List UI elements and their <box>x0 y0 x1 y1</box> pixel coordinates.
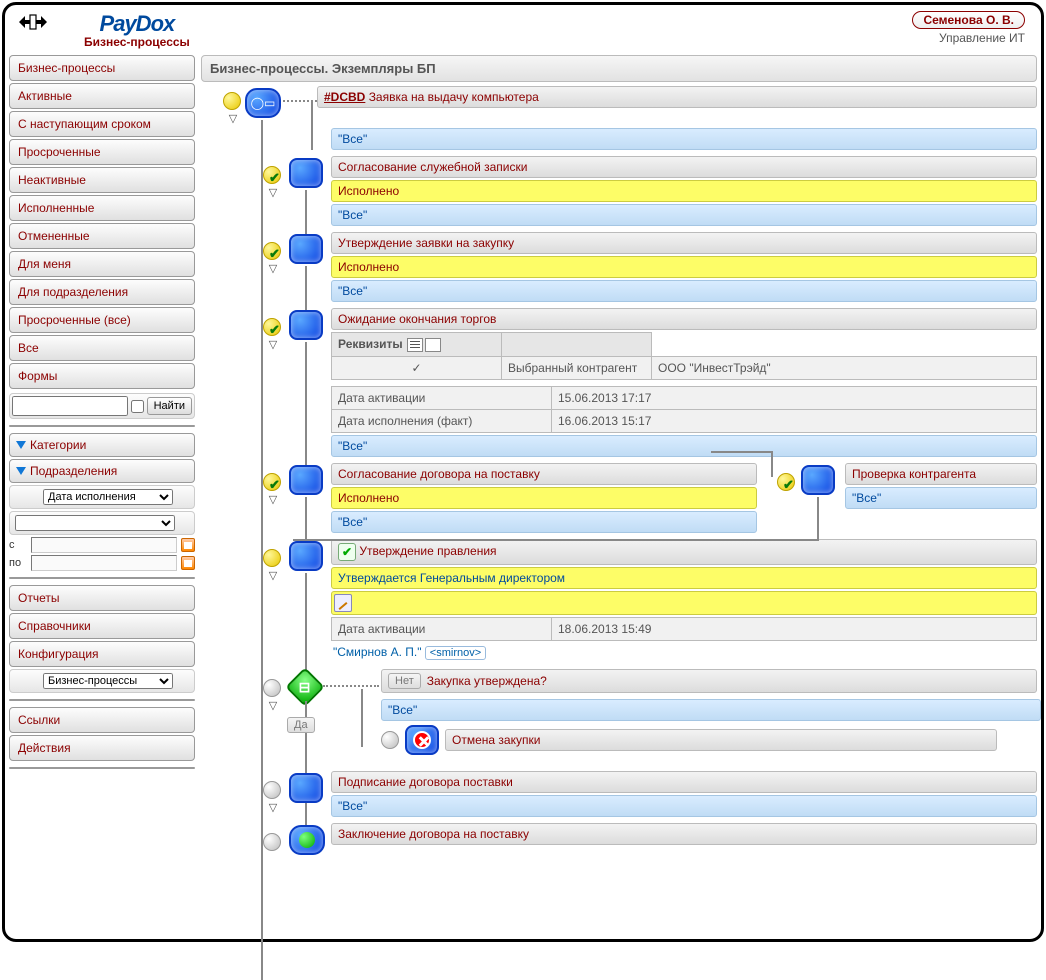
expand-arrow-icon[interactable]: ▽ <box>267 338 279 351</box>
task-node-icon[interactable] <box>289 310 323 340</box>
yes-tag: Да <box>287 717 315 733</box>
expand-arrow-icon[interactable]: ▽ <box>267 569 279 582</box>
status-bulb-grey <box>381 731 399 749</box>
requisites-table: Реквизиты ✓Выбранный контрагентООО "Инве… <box>331 332 1037 380</box>
expand-arrow-icon[interactable]: ▽ <box>267 262 279 275</box>
tree-depts[interactable]: Подразделения <box>9 459 195 483</box>
nav-refs[interactable]: Справочники <box>9 613 195 639</box>
page-title: Бизнес-процессы. Экземпляры БП <box>201 55 1037 82</box>
nav-overdue[interactable]: Просроченные <box>9 139 195 165</box>
date-from-input[interactable] <box>31 537 177 553</box>
user-badge[interactable]: Семенова О. В. <box>912 11 1025 29</box>
find-button[interactable]: Найти <box>147 397 192 415</box>
assignees-bar: "Все" <box>331 435 1037 457</box>
assignees-bar: "Все" <box>845 487 1037 509</box>
date-to-label: по <box>9 557 27 569</box>
start-node-icon[interactable]: ◯▭ <box>245 88 281 118</box>
status-bulb-yellow <box>223 92 241 110</box>
nav-config[interactable]: Конфигурация <box>9 641 195 667</box>
status-bulb-yellow <box>263 549 281 567</box>
status-done: Исполнено <box>331 256 1037 278</box>
nav-active[interactable]: Активные <box>9 83 195 109</box>
assignees-bar: "Все" <box>331 204 1037 226</box>
form-icon[interactable] <box>425 338 441 352</box>
expand-arrow-icon[interactable]: ▽ <box>267 186 279 199</box>
step-title[interactable]: Согласование служебной записки <box>331 156 1037 178</box>
step-title[interactable]: Подписание договора поставки <box>331 771 1037 793</box>
nav-done[interactable]: Исполненные <box>9 195 195 221</box>
calendar-icon[interactable] <box>181 538 195 552</box>
assignees-bar: "Все" <box>331 795 1037 817</box>
calendar-icon[interactable] <box>181 556 195 570</box>
sidebar: Бизнес-процессы Активные С наступающим с… <box>9 55 195 845</box>
nav-overdue-all[interactable]: Просроченные (все) <box>9 307 195 333</box>
user-dept: Управление ИТ <box>912 31 1025 45</box>
status-done: Исполнено <box>331 180 1037 202</box>
chevron-down-icon <box>16 467 26 475</box>
edit-icon[interactable] <box>334 594 352 612</box>
task-node-icon[interactable] <box>801 465 835 495</box>
step-title[interactable]: ✔ Утверждение правления <box>331 539 1037 565</box>
assignee[interactable]: "Смирнов А. П." <smirnov> <box>331 641 1037 663</box>
filter-select-2[interactable] <box>15 515 175 531</box>
chevron-down-icon <box>16 441 26 449</box>
nav-forms[interactable]: Формы <box>9 363 195 389</box>
nav-reports[interactable]: Отчеты <box>9 585 195 611</box>
decision-title[interactable]: НетЗакупка утверждена? <box>381 669 1037 693</box>
nav-inactive[interactable]: Неактивные <box>9 167 195 193</box>
search-checkbox[interactable] <box>131 400 144 413</box>
check-icon: ✔ <box>338 543 356 561</box>
nav-cancelled[interactable]: Отмененные <box>9 223 195 249</box>
nav-links[interactable]: Ссылки <box>9 707 195 733</box>
parallel-branch: ✔ Проверка контрагента "Все" <box>777 463 1037 509</box>
step-title[interactable]: Ожидание окончания торгов <box>331 308 1037 330</box>
nav-bp[interactable]: Бизнес-процессы <box>9 55 195 81</box>
config-select[interactable]: Бизнес-процессы <box>43 673 173 689</box>
task-node-icon[interactable] <box>289 234 323 264</box>
step-title[interactable]: Заключение договора на поставку <box>331 823 1037 845</box>
nav-actions[interactable]: Действия <box>9 735 195 761</box>
assignees-bar: "Все" <box>331 128 1037 150</box>
end-node-icon[interactable] <box>289 825 325 855</box>
nav-upcoming[interactable]: С наступающим сроком <box>9 111 195 137</box>
tree-categories[interactable]: Категории <box>9 433 195 457</box>
assignees-bar: "Все" <box>331 280 1037 302</box>
status-bulb-grey <box>263 781 281 799</box>
status-row <box>331 591 1037 615</box>
status-note: Утверждается Генеральным директором <box>331 567 1037 589</box>
task-node-icon[interactable] <box>289 158 323 188</box>
step-title[interactable]: Согласование договора на поставку <box>331 463 757 485</box>
date-type-select[interactable]: Дата исполнения <box>43 489 173 505</box>
nav-dept[interactable]: Для подразделения <box>9 279 195 305</box>
step-title[interactable]: Утверждение заявки на закупку <box>331 232 1037 254</box>
no-tag: Нет <box>388 673 421 689</box>
task-node-icon[interactable] <box>289 465 323 495</box>
expand-arrow-icon[interactable]: ▽ <box>267 493 279 506</box>
assignees-bar: "Все" <box>381 699 1041 721</box>
task-node-icon[interactable] <box>289 541 323 571</box>
step-title[interactable]: Отмена закупки <box>445 729 997 751</box>
expand-arrow-icon[interactable]: ▽ <box>267 801 279 814</box>
status-bulb-grey <box>263 679 281 697</box>
nav-forme[interactable]: Для меня <box>9 251 195 277</box>
task-node-icon[interactable] <box>289 773 323 803</box>
assignees-bar: "Все" <box>331 511 757 533</box>
list-icon[interactable] <box>407 338 423 352</box>
date-from-label: с <box>9 539 27 551</box>
status-done: Исполнено <box>331 487 757 509</box>
print-icon[interactable] <box>17 11 49 33</box>
search-input[interactable] <box>12 396 128 416</box>
nav-all[interactable]: Все <box>9 335 195 361</box>
cancel-node-icon[interactable] <box>405 725 439 755</box>
expand-arrow-icon[interactable]: ▽ <box>227 112 239 125</box>
step-title[interactable]: Проверка контрагента <box>845 463 1037 485</box>
root-title[interactable]: #DCBD Заявка на выдачу компьютера <box>317 86 1037 108</box>
date-to-input[interactable] <box>31 555 177 571</box>
app-logo: PayDox Бизнес-процессы <box>84 11 190 49</box>
status-bulb-grey <box>263 833 281 851</box>
